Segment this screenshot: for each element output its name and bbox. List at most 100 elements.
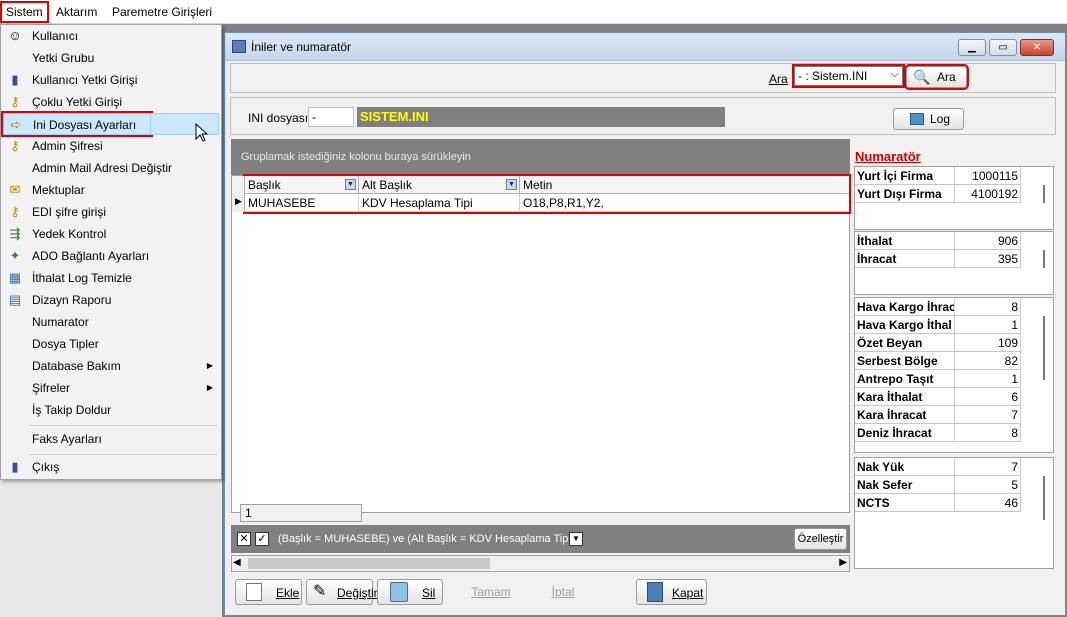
numarator-value[interactable]: 1 <box>955 316 1021 334</box>
numarator-value[interactable]: 7 <box>955 458 1021 476</box>
menu-item-ado-baglanti[interactable]: ✦ ADO Bağlantı Ayarları <box>3 245 219 267</box>
numarator-value[interactable]: 1000115 <box>955 167 1021 185</box>
data-grid[interactable]: ▶ Başlık ▼ Alt Başlık ▼ Metin MUHASEBE KDV… <box>231 174 851 522</box>
menu-item-dosya-tipler[interactable]: Dosya Tipler <box>3 333 219 355</box>
menu-item-database-bakim[interactable]: Database Bakım ▶ <box>3 355 219 377</box>
log-button[interactable]: Log <box>893 108 964 130</box>
search-button-label: Ara <box>937 70 956 84</box>
menu-item-yetki-grubu[interactable]: Yetki Grubu <box>3 47 219 69</box>
menu-sistem[interactable]: Sistem <box>0 1 49 23</box>
numarator-value[interactable]: 82 <box>955 352 1021 370</box>
menu-item-ithalat-log[interactable]: ▦ İthalat Log Temizle <box>3 267 219 289</box>
numarator-value[interactable]: 109 <box>955 334 1021 352</box>
numarator-value[interactable]: 5 <box>955 476 1021 494</box>
search-select[interactable]: - : Sistem.INI ⌵ <box>792 64 905 88</box>
filter-icon[interactable]: ▼ <box>345 179 356 190</box>
horizontal-scrollbar[interactable]: ◀ ▶ <box>231 555 850 572</box>
numarator-label: Antrepo Taşıt <box>857 370 955 388</box>
scroll-left-icon[interactable]: ◀ <box>233 557 241 568</box>
group-hint: Gruplamak istediğiniz kolonu buraya sürü… <box>241 151 471 163</box>
numarator-label: Deniz İhracat <box>857 424 955 442</box>
menu-item-coklu-yetki[interactable]: ⚷ Çoklu Yetki Girişi <box>3 91 219 113</box>
filter-checkbox[interactable]: ✓ <box>255 532 269 546</box>
numarator-value[interactable]: 7 <box>955 406 1021 424</box>
menu-item-admin-mail[interactable]: Admin Mail Adresi Değiştir <box>3 157 219 179</box>
scroll-thumb[interactable] <box>248 558 490 569</box>
vertical-scrollbar[interactable] <box>1043 316 1045 380</box>
chevron-right-icon: ▶ <box>206 361 213 370</box>
menu-item-label: Admin Şifresi <box>32 139 103 153</box>
menu-item-label: Yedek Kontrol <box>32 227 107 241</box>
maximize-button[interactable]: ▭ <box>989 39 1017 56</box>
ok-button[interactable]: Tamam <box>457 581 525 603</box>
user-icon: ☺ <box>8 28 22 43</box>
vertical-scrollbar[interactable] <box>1043 476 1045 520</box>
numarator-value[interactable]: 395 <box>955 250 1021 268</box>
menu-item-mektuplar[interactable]: ✉ Mektuplar <box>3 179 219 201</box>
menu-item-sifreler[interactable]: Şifreler ▶ <box>3 377 219 399</box>
menu-separator <box>29 454 217 455</box>
close-window-button[interactable]: Kapat <box>636 579 707 605</box>
cancel-button[interactable]: İptal <box>529 581 597 603</box>
menu-item-cikis[interactable]: ▮ Çıkış <box>3 456 219 478</box>
window-icon <box>232 40 246 53</box>
backup-icon: ⇶ <box>9 226 21 241</box>
numarator-value[interactable]: 46 <box>955 494 1021 512</box>
numarator-value[interactable]: 6 <box>955 388 1021 406</box>
ini-name-field[interactable]: SISTEM.INI <box>357 107 725 127</box>
vertical-scrollbar[interactable] <box>1043 185 1045 203</box>
numarator-label: Kara İhracat <box>857 406 955 424</box>
ini-code-field[interactable]: - <box>308 107 354 127</box>
menu-item-label: Database Bakım <box>32 359 121 373</box>
numarator-value[interactable]: 4100192 <box>955 185 1021 203</box>
filter-icon[interactable]: ▼ <box>506 179 517 190</box>
menu-item-kullanici-yetki[interactable]: ▮ Kullanıcı Yetki Girişi <box>3 69 219 91</box>
numarator-label: Hava Kargo İhrac <box>857 298 955 316</box>
menu-item-ini-dosyasi[interactable]: ➪ Ini Dosyası Ayarları <box>1 111 153 137</box>
scroll-right-icon[interactable]: ▶ <box>839 557 847 568</box>
table-cell[interactable]: O18,P8,R1,Y2, <box>520 194 849 212</box>
menu-item-edi-sifre[interactable]: ⚷ EDI şifre girişi <box>3 201 219 223</box>
connection-icon: ✦ <box>9 248 21 263</box>
col-baslik[interactable]: Başlık ▼ <box>245 176 359 194</box>
clear-filter-icon[interactable]: ✕ <box>237 532 251 546</box>
table-cell[interactable]: MUHASEBE <box>245 194 359 212</box>
menu-item-label: Çoklu Yetki Girişi <box>32 95 123 109</box>
numarator-value[interactable]: 8 <box>955 424 1021 442</box>
user-permission-icon: ▮ <box>11 72 19 87</box>
edit-button[interactable]: ✎ Değiştir <box>306 579 378 605</box>
table-cell[interactable]: KDV Hesaplama Tipi <box>359 194 520 212</box>
menu-item-numarator[interactable]: Numarator <box>3 311 219 333</box>
menu-item-yedek-kontrol[interactable]: ⇶ Yedek Kontrol <box>3 223 219 245</box>
menu-paremetre-girisleri[interactable]: Paremetre Girişleri <box>108 3 216 21</box>
numarator-value[interactable]: 906 <box>955 232 1021 250</box>
numarator-value[interactable]: 1 <box>955 370 1021 388</box>
menu-item-admin-sifresi[interactable]: ⚷ Admin Şifresi <box>3 135 219 157</box>
numarator-label: İhracat <box>857 250 955 268</box>
chevron-down-icon: ⌵ <box>890 68 899 80</box>
vertical-scrollbar[interactable] <box>1043 250 1045 268</box>
menu-aktarim[interactable]: Aktarım <box>52 3 101 21</box>
col-metin[interactable]: Metin <box>520 176 849 194</box>
menu-item-faks[interactable]: Faks Ayarları <box>3 428 219 450</box>
menu-item-kullanici[interactable]: ☺ Kullanıcı <box>3 25 219 47</box>
magnifier-icon: 🔍 <box>913 69 931 85</box>
numarator-value[interactable]: 8 <box>955 298 1021 316</box>
menu-item-dizayn-raporu[interactable]: ▤ Dizayn Raporu <box>3 289 219 311</box>
col-baslik-label: Başlık <box>248 178 281 192</box>
menu-item-label: Kullanıcı Yetki Girişi <box>32 73 138 87</box>
minimize-button[interactable]: ▁ <box>958 39 986 56</box>
mouse-cursor-icon <box>195 123 209 142</box>
menu-item-label: Dizayn Raporu <box>32 293 112 307</box>
customize-button[interactable]: Özelleştir <box>794 528 847 550</box>
close-button[interactable]: ✕ <box>1020 39 1054 56</box>
filter-dropdown-icon[interactable]: ▼ <box>569 532 583 546</box>
col-alt-baslik[interactable]: Alt Başlık ▼ <box>359 176 520 194</box>
delete-button[interactable]: Sil <box>377 579 443 605</box>
menu-item-label: Çıkış <box>32 460 60 474</box>
search-button[interactable]: 🔍 Ara <box>904 64 969 90</box>
menu-item-is-takip[interactable]: İş Takip Doldur <box>3 399 219 421</box>
add-button[interactable]: Ekle <box>235 579 302 605</box>
menu-item-label: İthalat Log Temizle <box>32 271 132 285</box>
numarator-group-ithalat: İthalat 906 İhracat 395 <box>854 231 1054 295</box>
